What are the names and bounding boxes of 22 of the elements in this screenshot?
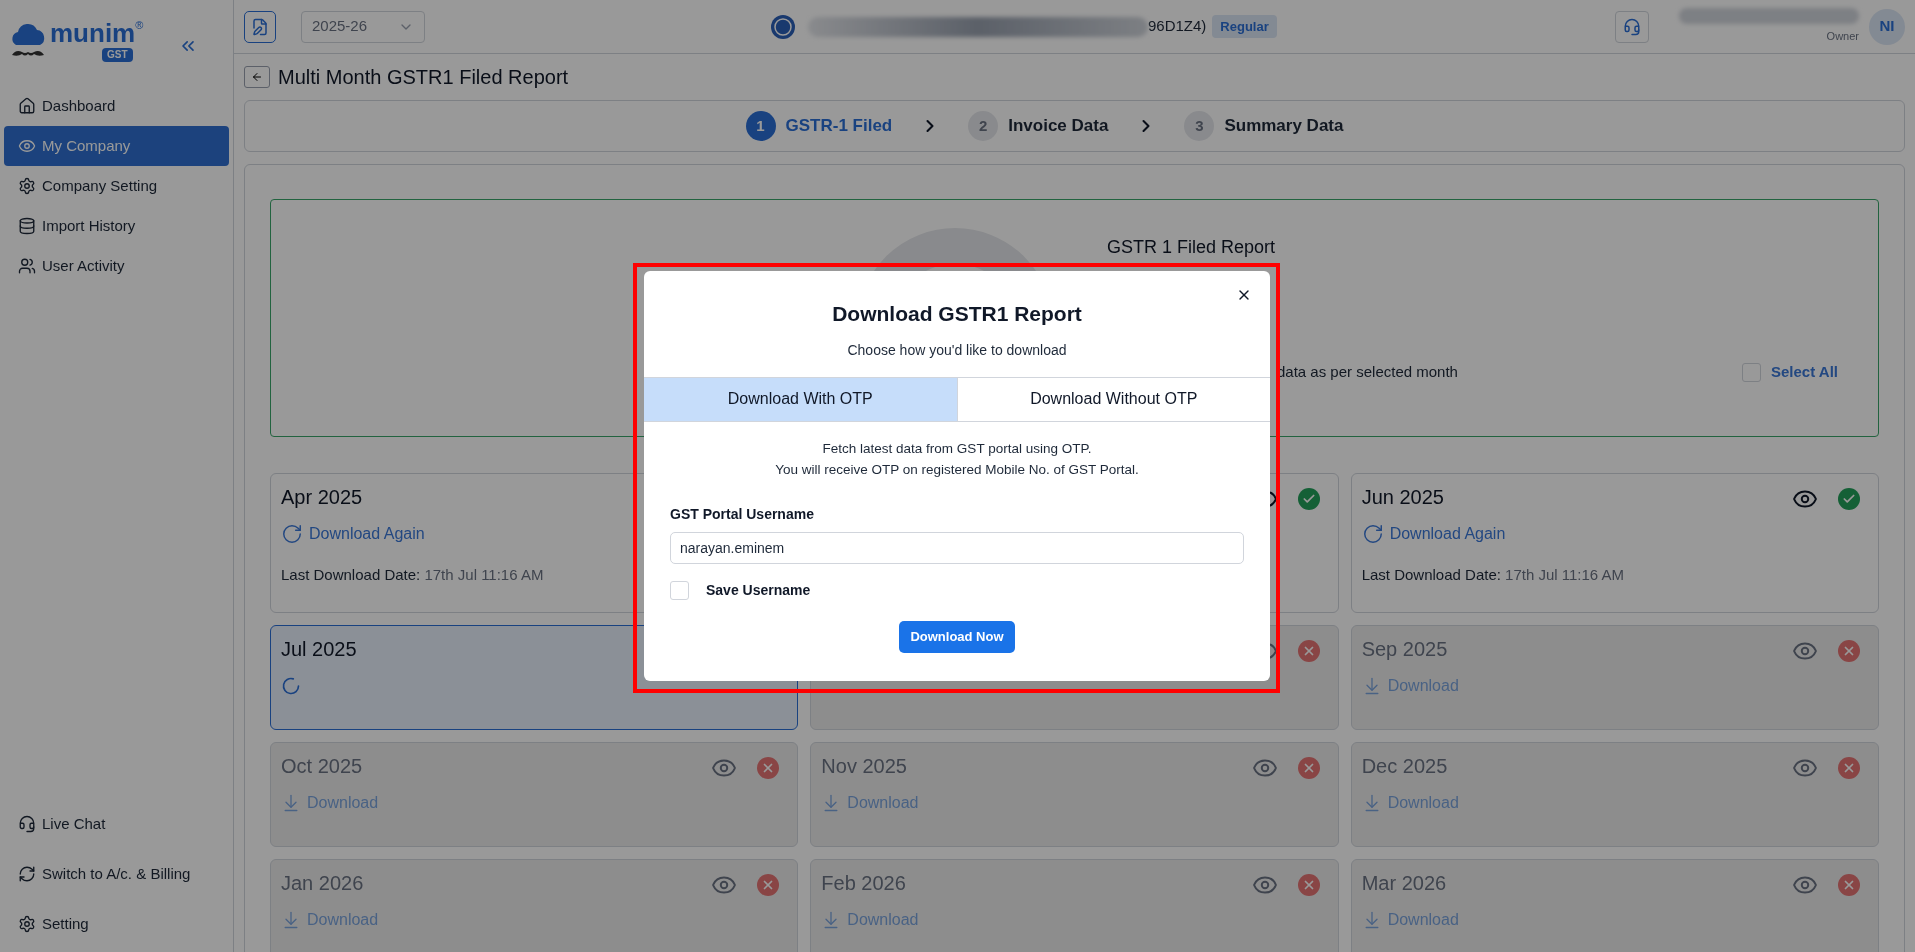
logo-text: munim [50, 20, 136, 46]
month-title: Mar 2026 [1361, 871, 1447, 896]
logo-badge: GST [102, 48, 133, 62]
dialog-subtitle: Choose how you'd like to download [846, 340, 1068, 360]
month-title: Jan 2026 [281, 871, 364, 896]
month-title: Jul 2025 [281, 637, 357, 662]
month-title: Dec 2025 [1361, 754, 1448, 779]
month-title: Sep 2025 [1361, 637, 1448, 662]
company-gstin: 96D1Z4) [1148, 16, 1207, 37]
page-title: Multi Month GSTR1 Filed Report [278, 65, 569, 90]
summary-title: GSTR 1 Filed Report [1107, 236, 1277, 259]
month-title: Feb 2026 [821, 871, 906, 896]
registered-mark: ® [135, 20, 144, 31]
dialog-title: Download GSTR1 Report [831, 301, 1083, 327]
month-title: Oct 2025 [281, 754, 363, 779]
company-type: Regular [1212, 14, 1277, 39]
user-role: Owner [1826, 29, 1859, 45]
last-download-date: Last Download Date: 17th Jul 11:16 AM [1361, 565, 1626, 585]
month-title: Nov 2025 [821, 754, 907, 779]
month-title: Jun 2025 [1361, 485, 1444, 510]
month-title: Apr 2025 [281, 485, 363, 510]
last-download-date: Last Download Date: 17th Jul 11:16 AM [281, 565, 545, 585]
